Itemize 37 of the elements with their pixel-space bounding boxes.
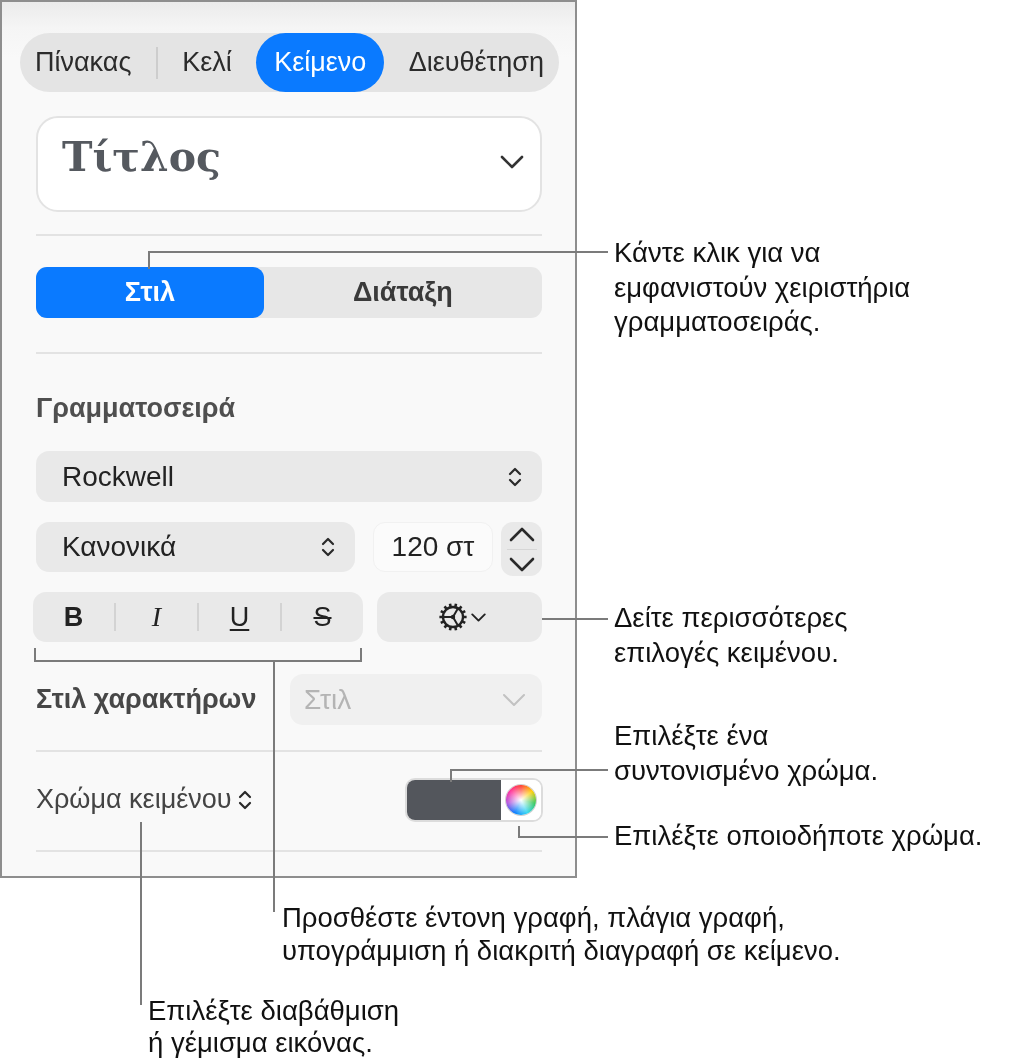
typeface-popup[interactable]: Κανονικά xyxy=(36,522,355,572)
leader-line xyxy=(541,618,609,620)
font-family-popup[interactable]: Rockwell xyxy=(36,451,542,502)
strikethrough-button[interactable]: S xyxy=(282,592,363,642)
chevron-down-icon xyxy=(500,155,524,169)
font-size-field[interactable]: 120 στ xyxy=(373,522,493,572)
text-color-popup[interactable]: Χρώμα κειμένου xyxy=(36,785,252,815)
gear-icon xyxy=(437,602,468,632)
text-options-button[interactable] xyxy=(377,592,542,642)
chevron-down-icon xyxy=(508,557,535,572)
tab[interactable]: Πίνακας xyxy=(21,33,146,92)
field-label: Στιλ χαρακτήρων xyxy=(36,683,257,717)
callout-text: Κάντε κλικ για να εμφανιστούν χειριστήρια γραμματοσειράς. xyxy=(614,236,912,339)
paragraph-style-popup[interactable]: Τίτλος xyxy=(36,116,542,212)
tab[interactable]: Κελί xyxy=(168,33,246,92)
chevron-down-icon xyxy=(470,612,486,622)
tab[interactable]: Διάταξη xyxy=(263,267,542,318)
callout-text: Επιλέξτε οποιοδήποτε χρώμα. xyxy=(614,819,984,853)
callout-text: Επιλέξτε διαβάθμιση ή γέμισμα εικόνας. xyxy=(148,995,401,1059)
callout-text: Δείτε περισσότερες επιλογές κειμένου. xyxy=(614,601,849,670)
chevron-up-icon xyxy=(508,527,535,542)
color-wheel-icon xyxy=(506,785,536,815)
underline-button[interactable]: U xyxy=(199,592,280,642)
italic-button[interactable]: I xyxy=(116,592,197,642)
stepper[interactable] xyxy=(501,522,542,576)
tab[interactable]: Κείμενο xyxy=(256,33,385,92)
chevron-updown-icon xyxy=(321,536,335,558)
section-heading: Γραμματοσειρά xyxy=(36,392,237,424)
tab[interactable]: Διευθέτηση xyxy=(394,33,558,92)
color-swatch[interactable] xyxy=(407,780,501,820)
callout-text: Επιλέξτε ένα συντονισμένο χρώμα. xyxy=(614,719,880,788)
chevron-updown-icon xyxy=(508,465,522,488)
bold-button[interactable]: B xyxy=(33,592,114,642)
chevron-updown-icon xyxy=(237,789,252,811)
chevron-down-icon xyxy=(502,692,526,707)
tab[interactable]: Στιλ xyxy=(36,267,264,318)
callout-text: Προσθέστε έντονη γραφή, πλάγια γραφή, υπογράμμιση ή διακριτή διαγραφή σε κείμενο. xyxy=(282,901,842,967)
